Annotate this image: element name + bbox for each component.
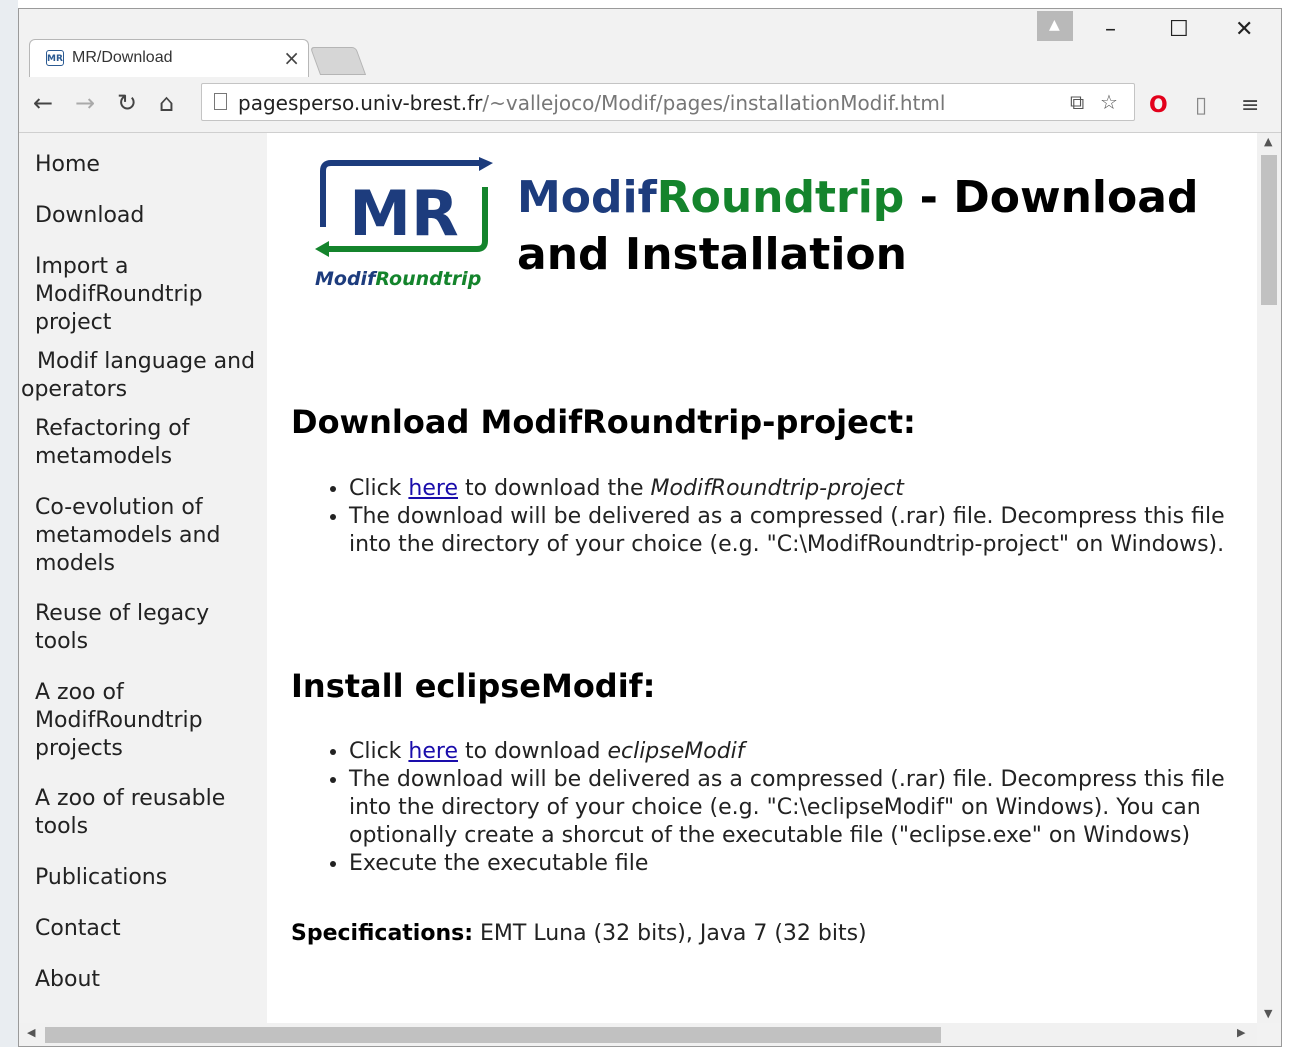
- list-item: The download will be delivered as a comp…: [349, 503, 1229, 559]
- close-window-button[interactable]: ✕: [1235, 17, 1253, 42]
- translate-icon[interactable]: ⧉: [1070, 90, 1084, 114]
- tab-active[interactable]: MR MR/Download ×: [29, 39, 309, 77]
- favicon-icon: MR: [46, 50, 64, 66]
- list-item: Execute the executable file: [349, 850, 1229, 878]
- sidebar-item-reuse-legacy-tools[interactable]: Reuse of legacy tools: [35, 600, 235, 656]
- home-icon[interactable]: ⌂: [159, 89, 174, 117]
- vertical-scroll-thumb[interactable]: [1261, 155, 1277, 305]
- menu-icon[interactable]: ≡: [1241, 93, 1259, 118]
- scroll-up-icon[interactable]: ▲: [1264, 135, 1272, 148]
- logo-caption-roundtrip: Roundtrip: [375, 268, 481, 290]
- page-title: ModifRoundtrip - Download and Installati…: [517, 169, 1257, 283]
- install-list: Click here to download eclipseModif The …: [291, 738, 1229, 878]
- profile-button[interactable]: ▲: [1037, 11, 1073, 41]
- download-project-link[interactable]: here: [408, 476, 458, 501]
- page-icon: [214, 93, 227, 110]
- download-eclipsemodif-link[interactable]: here: [408, 739, 458, 764]
- new-tab-button[interactable]: [309, 47, 367, 75]
- sidebar-item-home[interactable]: Home: [35, 151, 267, 179]
- sidebar-item-zoo-tools[interactable]: A zoo of reusable tools: [35, 785, 255, 841]
- sidebar-item-import-project[interactable]: Import a ModifRoundtrip project: [35, 253, 235, 337]
- reload-icon[interactable]: ↻: [117, 89, 137, 117]
- url-text[interactable]: pagesperso.univ-brest.fr/~vallejoco/Modi…: [238, 91, 945, 115]
- page-viewport: Home Download Import a ModifRoundtrip pr…: [19, 133, 1265, 1023]
- maximize-button[interactable]: ☐: [1169, 17, 1189, 42]
- sidebar-item-co-evolution[interactable]: Co-evolution of metamodels and models: [35, 494, 245, 578]
- sidebar-item-zoo-projects[interactable]: A zoo of ModifRoundtrip projects: [35, 679, 235, 763]
- specifications-label: Specifications:: [291, 921, 474, 946]
- sidebar-item-modif-language[interactable]: Modif language and operators: [21, 348, 273, 404]
- scroll-left-icon[interactable]: ◀: [27, 1026, 35, 1039]
- logo-letters: MR: [349, 177, 458, 250]
- bookmark-star-icon[interactable]: ☆: [1100, 90, 1118, 114]
- url-host: pagesperso.univ-brest.fr: [238, 91, 483, 115]
- list-item: Click here to download eclipseModif: [349, 738, 1229, 766]
- horizontal-scroll-thumb[interactable]: [45, 1027, 941, 1043]
- scroll-right-icon[interactable]: ▶: [1237, 1026, 1245, 1039]
- svg-text:ModifRoundtrip: ModifRoundtrip: [315, 268, 481, 290]
- title-roundtrip: Roundtrip: [656, 172, 905, 223]
- sidebar-item-publications[interactable]: Publications: [35, 864, 267, 892]
- document-extension-icon[interactable]: ▯: [1195, 93, 1207, 118]
- opera-extension-icon[interactable]: O: [1149, 93, 1168, 118]
- browser-window: MR MR/Download × ▲ – ☐ ✕ ← → ↻ ⌂ pagespe…: [18, 8, 1282, 1047]
- person-icon: ▲: [1049, 17, 1060, 33]
- back-arrow-icon[interactable]: ←: [33, 89, 53, 117]
- forward-arrow-icon[interactable]: →: [75, 89, 95, 117]
- specifications: Specifications: EMT Luna (32 bits), Java…: [291, 921, 867, 946]
- modifroundtrip-logo: MR ModifRoundtrip: [315, 157, 493, 290]
- download-heading: Download ModifRoundtrip-project:: [291, 403, 916, 441]
- sidebar-item-contact[interactable]: Contact: [35, 915, 267, 943]
- download-list: Click here to download the ModifRoundtri…: [291, 475, 1229, 559]
- desktop-background: [0, 0, 18, 1047]
- horizontal-scrollbar[interactable]: ◀ ▶: [19, 1023, 1257, 1046]
- sidebar-item-download[interactable]: Download: [35, 202, 267, 230]
- tab-title: MR/Download: [72, 49, 173, 66]
- sidebar-item-about[interactable]: About: [35, 966, 267, 994]
- logo-caption-modif: Modif: [315, 268, 378, 290]
- url-path: /~vallejoco/Modif/pages/installationModi…: [482, 91, 946, 115]
- list-item: The download will be delivered as a comp…: [349, 766, 1229, 850]
- minimize-button[interactable]: –: [1105, 17, 1116, 42]
- specifications-value: EMT Luna (32 bits), Java 7 (32 bits): [473, 921, 867, 946]
- title-bar: MR MR/Download × ▲ – ☐ ✕: [19, 9, 1281, 77]
- address-bar[interactable]: pagesperso.univ-brest.fr/~vallejoco/Modi…: [201, 83, 1135, 121]
- install-heading: Install eclipseModif:: [291, 667, 656, 705]
- list-item: Click here to download the ModifRoundtri…: [349, 475, 1229, 503]
- scroll-down-icon[interactable]: ▼: [1264, 1007, 1272, 1020]
- vertical-scrollbar[interactable]: ▲ ▼: [1257, 133, 1281, 1023]
- browser-toolbar: ← → ↻ ⌂ pagesperso.univ-brest.fr/~vallej…: [19, 77, 1281, 133]
- title-modif: Modif: [517, 172, 657, 223]
- sidebar-nav: Home Download Import a ModifRoundtrip pr…: [19, 133, 267, 1023]
- sidebar-item-refactoring[interactable]: Refactoring of metamodels: [35, 415, 235, 471]
- tab-close-icon[interactable]: ×: [283, 46, 300, 70]
